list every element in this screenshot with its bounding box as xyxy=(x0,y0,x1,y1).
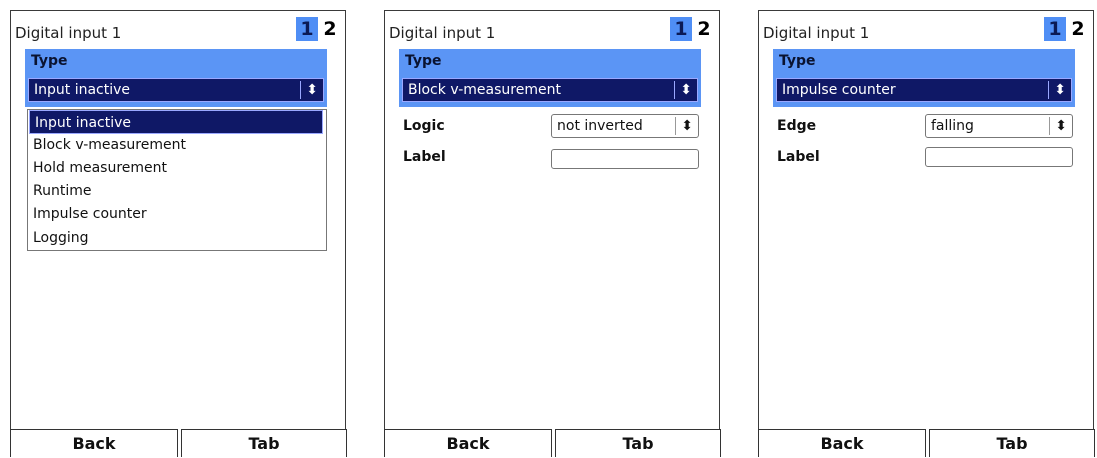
select-divider xyxy=(1048,81,1049,99)
dropdown-option-hold-measurement[interactable]: Hold measurement xyxy=(28,156,326,180)
dropdown-option-block-v-measurement[interactable]: Block v-measurement xyxy=(28,133,326,157)
logic-label: Logic xyxy=(403,118,445,134)
label-field-label: Label xyxy=(777,149,820,165)
edge-select-value: falling xyxy=(931,118,974,134)
type-select[interactable]: Input inactive ⬍ xyxy=(28,78,324,102)
type-select-value: Block v-measurement xyxy=(408,82,561,98)
type-dropdown-list: Input inactive Block v-measurement Hold … xyxy=(27,109,327,251)
back-button[interactable]: Back xyxy=(10,429,178,457)
back-button[interactable]: Back xyxy=(758,429,926,457)
tab-2[interactable]: 2 xyxy=(693,17,715,41)
tab-button[interactable]: Tab xyxy=(555,429,721,457)
type-field-group: Type Input inactive ⬍ xyxy=(25,49,327,107)
select-divider xyxy=(1049,117,1050,135)
select-divider xyxy=(300,81,301,99)
dropdown-option-impulse-counter[interactable]: Impulse counter xyxy=(28,202,326,226)
type-label: Type xyxy=(31,53,68,69)
logic-select[interactable]: not inverted ⬍ xyxy=(551,114,699,138)
up-down-arrows-icon: ⬍ xyxy=(1055,118,1067,134)
logic-select-value: not inverted xyxy=(557,118,643,134)
type-field-group: Type Impulse counter ⬍ xyxy=(773,49,1075,107)
dropdown-option-runtime[interactable]: Runtime xyxy=(28,179,326,203)
tab-1[interactable]: 1 xyxy=(296,17,318,41)
back-button[interactable]: Back xyxy=(384,429,552,457)
type-select-value: Impulse counter xyxy=(782,82,896,98)
up-down-arrows-icon: ⬍ xyxy=(680,82,692,98)
up-down-arrows-icon: ⬍ xyxy=(306,82,318,98)
up-down-arrows-icon: ⬍ xyxy=(1054,82,1066,98)
tab-button[interactable]: Tab xyxy=(929,429,1095,457)
screen-header: Digital input 1 1 2 xyxy=(385,11,719,45)
type-label: Type xyxy=(405,53,442,69)
tab-2[interactable]: 2 xyxy=(319,17,341,41)
label-field-label: Label xyxy=(403,149,446,165)
type-field-group: Type Block v-measurement ⬍ xyxy=(399,49,701,107)
type-select-value: Input inactive xyxy=(34,82,131,98)
label-input[interactable] xyxy=(925,147,1073,167)
tab-1[interactable]: 1 xyxy=(670,17,692,41)
dropdown-option-logging[interactable]: Logging xyxy=(28,226,326,250)
screen-header: Digital input 1 1 2 xyxy=(759,11,1093,45)
dropdown-option-input-inactive[interactable]: Input inactive xyxy=(29,110,323,134)
type-label: Type xyxy=(779,53,816,69)
edge-select[interactable]: falling ⬍ xyxy=(925,114,1073,138)
edge-label: Edge xyxy=(777,118,817,134)
tab-button[interactable]: Tab xyxy=(181,429,347,457)
screen-header: Digital input 1 1 2 xyxy=(11,11,345,45)
screen-impulse-counter: Digital input 1 1 2 Type Impulse counter… xyxy=(758,10,1095,457)
tab-1[interactable]: 1 xyxy=(1044,17,1066,41)
type-select[interactable]: Impulse counter ⬍ xyxy=(776,78,1072,102)
select-divider xyxy=(674,81,675,99)
screen-type-selection: Digital input 1 1 2 Type Input inactive … xyxy=(10,10,347,457)
screen-title: Digital input 1 xyxy=(389,24,496,42)
tab-2[interactable]: 2 xyxy=(1067,17,1089,41)
screen-title: Digital input 1 xyxy=(15,24,122,42)
type-select[interactable]: Block v-measurement ⬍ xyxy=(402,78,698,102)
screen-title: Digital input 1 xyxy=(763,24,870,42)
select-divider xyxy=(675,117,676,135)
up-down-arrows-icon: ⬍ xyxy=(681,118,693,134)
screen-block-v-measurement: Digital input 1 1 2 Type Block v-measure… xyxy=(384,10,721,457)
label-input[interactable] xyxy=(551,149,699,169)
